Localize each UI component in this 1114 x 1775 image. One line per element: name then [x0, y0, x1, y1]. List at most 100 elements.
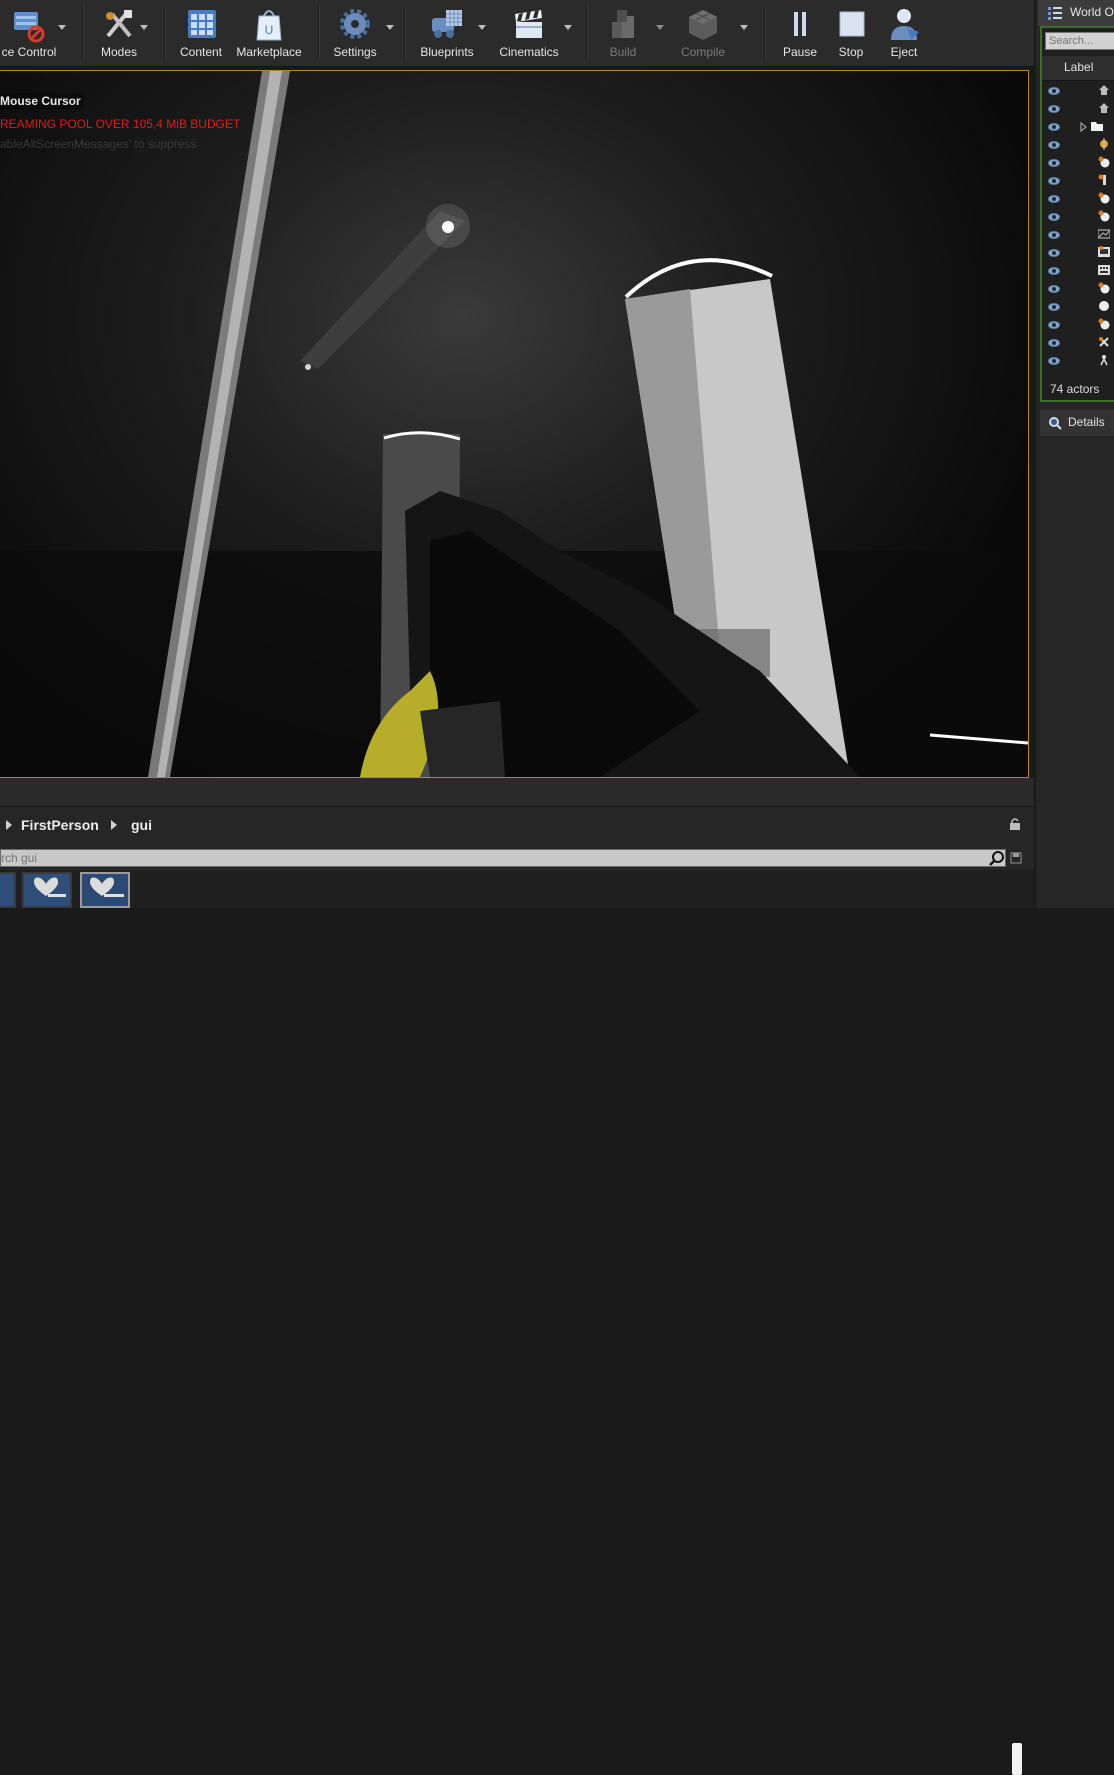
outliner-row[interactable] — [1042, 280, 1114, 298]
outliner-row[interactable] — [1042, 298, 1114, 316]
outliner-row[interactable] — [1042, 352, 1114, 370]
blueprints-dropdown-icon[interactable] — [478, 25, 486, 30]
breadcrumb-gui[interactable]: gui — [131, 817, 152, 833]
outliner-row[interactable] — [1042, 154, 1114, 172]
compile-dropdown-icon[interactable] — [740, 25, 748, 30]
visibility-eye-icon[interactable] — [1048, 231, 1060, 239]
search-icon[interactable] — [989, 850, 1005, 866]
asset-view-scrollbar[interactable] — [1012, 1743, 1022, 1775]
visibility-eye-icon[interactable] — [1048, 177, 1060, 185]
stop-label: Stop — [838, 45, 864, 59]
settings-button[interactable]: Settings — [328, 0, 382, 66]
world-outliner-tab[interactable]: World Ou — [1038, 0, 1114, 26]
outliner-row[interactable] — [1042, 226, 1114, 244]
toolbar-separator — [586, 6, 588, 60]
marketplace-icon: U — [250, 6, 288, 44]
toolbar-separator — [764, 6, 766, 60]
visibility-eye-icon[interactable] — [1048, 123, 1060, 131]
content-browser-search-row — [0, 842, 1034, 870]
content-icon — [182, 6, 220, 44]
stop-icon — [832, 6, 870, 44]
visibility-eye-icon[interactable] — [1048, 105, 1060, 113]
cinematics-dropdown-icon[interactable] — [564, 25, 572, 30]
marketplace-button[interactable]: U Marketplace — [234, 0, 304, 66]
mouse-cursor-message: Mouse Cursor — [0, 93, 84, 109]
label-column-header[interactable]: Label — [1064, 60, 1093, 74]
point-light-icon — [1098, 282, 1110, 294]
settings-dropdown-icon[interactable] — [386, 25, 394, 30]
cinematics-icon — [510, 6, 548, 44]
level-viewport[interactable]: Mouse Cursor REAMING POOL OVER 105,4 MiB… — [0, 70, 1029, 778]
build-dropdown-icon[interactable] — [656, 25, 664, 30]
breadcrumb-firstperson[interactable]: FirstPerson — [21, 817, 99, 833]
visibility-eye-icon[interactable] — [1048, 357, 1060, 365]
main-toolbar: ce Control Modes Content U Marketplace S… — [0, 0, 1034, 67]
outliner-row[interactable] — [1042, 208, 1114, 226]
modes-dropdown-icon[interactable] — [140, 25, 148, 30]
save-search-icon[interactable] — [1010, 851, 1022, 864]
blueprints-label: Blueprints — [420, 45, 474, 59]
visibility-eye-icon[interactable] — [1048, 285, 1060, 293]
outliner-row[interactable] — [1042, 136, 1114, 154]
right-panel: World Ou Label 74 actors Details — [1034, 0, 1114, 908]
source-control-button[interactable]: ce Control — [0, 0, 62, 66]
asset-tile[interactable] — [0, 872, 16, 908]
visibility-eye-icon[interactable] — [1048, 321, 1060, 329]
viewport-scene — [0, 71, 1028, 777]
marketplace-label: Marketplace — [236, 45, 302, 59]
content-button[interactable]: Content — [176, 0, 226, 66]
visibility-eye-icon[interactable] — [1048, 195, 1060, 203]
build-button[interactable]: Build — [598, 0, 648, 66]
outliner-row[interactable] — [1042, 334, 1114, 352]
compile-button[interactable]: Compile — [674, 0, 732, 66]
world-outliner-panel: Label 74 actors — [1040, 26, 1114, 402]
eject-button[interactable]: Eject — [882, 0, 926, 66]
outliner-row[interactable] — [1042, 118, 1114, 136]
breadcrumb-arrow-icon[interactable] — [6, 820, 12, 830]
stop-button[interactable]: Stop — [830, 0, 872, 66]
asset-tile[interactable] — [22, 872, 72, 908]
outliner-row[interactable] — [1042, 172, 1114, 190]
viewport-bottom-bar — [0, 778, 1034, 806]
blueprints-button[interactable]: Blueprints — [414, 0, 480, 66]
visibility-eye-icon[interactable] — [1048, 249, 1060, 257]
eject-label: Eject — [890, 45, 918, 59]
outliner-column-header: Label — [1042, 56, 1114, 81]
build-icon — [604, 6, 642, 44]
outliner-row[interactable] — [1042, 190, 1114, 208]
modes-button[interactable]: Modes — [92, 0, 146, 66]
compile-label: Compile — [680, 45, 725, 59]
outliner-row[interactable] — [1042, 316, 1114, 334]
volume-icon — [1098, 265, 1110, 275]
visibility-eye-icon[interactable] — [1048, 213, 1060, 221]
asset-search-input[interactable] — [0, 849, 1006, 867]
asset-tile-selected[interactable] — [80, 872, 130, 908]
visibility-eye-icon[interactable] — [1048, 267, 1060, 275]
outliner-row[interactable] — [1042, 262, 1114, 280]
cinematics-label: Cinematics — [499, 45, 559, 59]
outliner-row[interactable] — [1042, 244, 1114, 262]
point-light-icon — [1098, 192, 1110, 204]
house-icon — [1099, 103, 1109, 113]
visibility-eye-icon[interactable] — [1048, 87, 1060, 95]
visibility-eye-icon[interactable] — [1048, 339, 1060, 347]
player-start-icon — [1100, 355, 1108, 366]
visibility-eye-icon[interactable] — [1048, 159, 1060, 167]
outliner-search-input[interactable] — [1045, 32, 1114, 50]
cinematics-button[interactable]: Cinematics — [496, 0, 562, 66]
visibility-eye-icon[interactable] — [1048, 303, 1060, 311]
lock-icon[interactable] — [1008, 817, 1022, 831]
visibility-eye-icon[interactable] — [1048, 141, 1060, 149]
source-control-dropdown-icon[interactable] — [58, 25, 66, 30]
outliner-row[interactable] — [1042, 82, 1114, 100]
point-light-icon — [1098, 156, 1110, 168]
details-tab[interactable]: Details — [1040, 410, 1114, 436]
toolbar-separator — [318, 6, 320, 60]
expand-arrow-icon[interactable] — [1080, 122, 1088, 132]
outliner-row[interactable] — [1042, 100, 1114, 118]
compile-icon — [684, 6, 722, 44]
pause-icon — [781, 6, 819, 44]
breadcrumb-arrow-icon[interactable] — [111, 820, 117, 830]
pause-button[interactable]: Pause — [778, 0, 822, 66]
toolbar-separator — [82, 6, 84, 60]
